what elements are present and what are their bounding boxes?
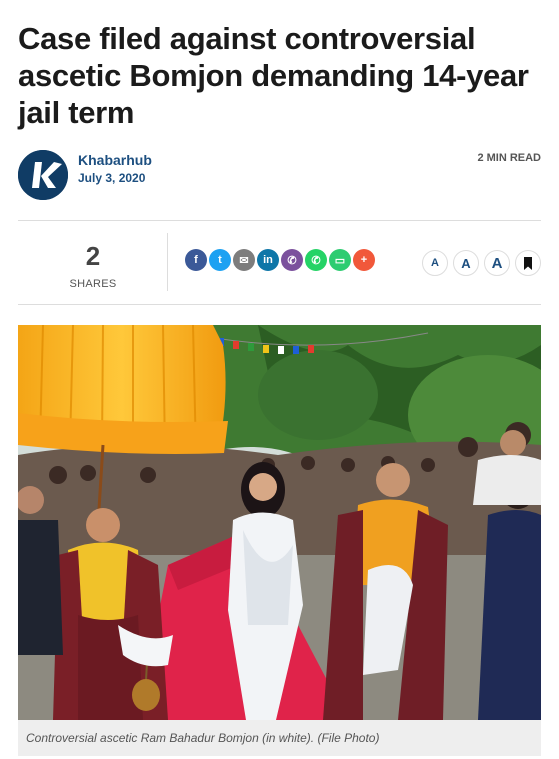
font-large-button[interactable]: A — [484, 250, 510, 276]
share-label: SHARES — [69, 278, 117, 290]
twitter-icon: t — [218, 254, 222, 266]
sms-share-button[interactable]: ▭ — [329, 249, 351, 271]
email-icon: ✉ — [239, 254, 249, 267]
facebook-icon: f — [194, 254, 198, 266]
more-icon: + — [360, 254, 368, 266]
viber-icon: ✆ — [287, 254, 297, 267]
khabarhub-logo-avatar[interactable] — [18, 150, 68, 200]
k-logo-icon — [18, 150, 68, 200]
photo-caption: Controversial ascetic Ram Bahadur Bomjon… — [18, 720, 541, 756]
share-divider — [167, 233, 168, 291]
whatsapp-icon: ✆ — [311, 254, 321, 267]
email-share-button[interactable]: ✉ — [233, 249, 255, 271]
article-headline: Case filed against controversial ascetic… — [18, 21, 529, 130]
font-medium-button[interactable]: A — [453, 250, 479, 276]
facebook-share-button[interactable]: f — [185, 249, 207, 271]
share-counter: 2 SHARES — [18, 221, 168, 304]
linkedin-share-button[interactable]: in — [257, 249, 279, 271]
more-share-button[interactable]: + — [353, 249, 375, 271]
whatsapp-share-button[interactable]: ✆ — [305, 249, 327, 271]
publish-date: July 3, 2020 — [78, 171, 146, 185]
share-count: 2 — [85, 241, 101, 271]
share-bar: 2 SHARES f t ✉ in ✆ ✆ ▭ + A A A — [18, 220, 541, 305]
photo-caption-text: Controversial ascetic Ram Bahadur Bomjon… — [26, 731, 380, 745]
twitter-share-button[interactable]: t — [209, 249, 231, 271]
author-name[interactable]: Khabarhub — [78, 152, 152, 168]
social-share-buttons: f t ✉ in ✆ ✆ ▭ + — [185, 249, 375, 271]
author-block: Khabarhub July 3, 2020 2 MIN READ — [18, 148, 541, 202]
bookmark-button[interactable] — [515, 250, 541, 276]
linkedin-icon: in — [263, 254, 273, 266]
font-size-tools: A A A — [422, 250, 541, 276]
sms-icon: ▭ — [334, 254, 346, 267]
font-small-button[interactable]: A — [422, 250, 448, 276]
bookmark-icon — [524, 256, 532, 270]
viber-share-button[interactable]: ✆ — [281, 249, 303, 271]
article-photo — [18, 325, 541, 720]
procession-photo — [18, 325, 541, 720]
read-time: 2 MIN READ — [477, 152, 541, 164]
